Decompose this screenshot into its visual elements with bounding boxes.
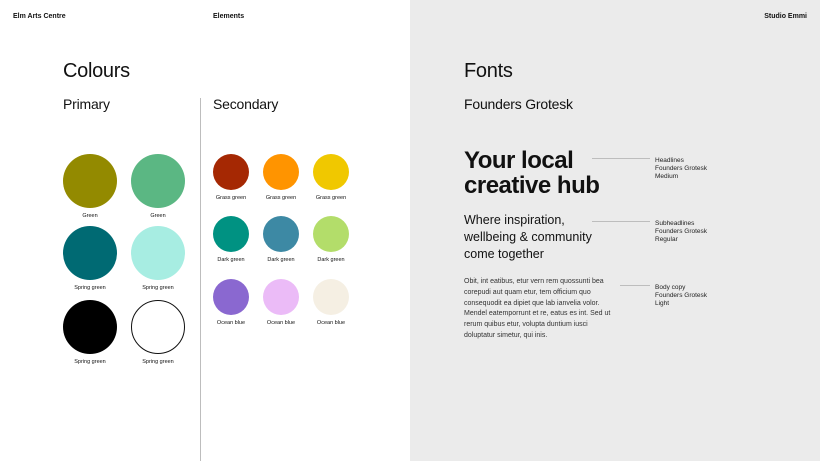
spec-line: Light: [655, 299, 670, 307]
secondary-swatch: Ocean blue: [313, 279, 349, 326]
swatch-label: Spring green: [142, 359, 174, 365]
swatch-label: Spring green: [74, 359, 106, 365]
subheadline-line: come together: [464, 247, 544, 261]
subheadline-sample: Where inspiration, wellbeing & community…: [464, 212, 592, 263]
swatch-label: Spring green: [142, 285, 174, 291]
swatch-circle: [313, 216, 349, 252]
column-divider: [200, 98, 201, 461]
swatch-circle: [213, 279, 249, 315]
primary-swatch: Spring green: [131, 300, 185, 365]
spec-line: Subheadlines: [655, 220, 695, 227]
primary-title: Primary: [63, 96, 110, 112]
header-studio: Studio Emmi: [764, 13, 807, 20]
secondary-swatch: Ocean blue: [213, 279, 249, 326]
header-client: Elm Arts Centre: [13, 13, 66, 20]
swatch-label: Ocean blue: [266, 320, 296, 326]
swatch-circle: [263, 279, 299, 315]
colours-title: Colours: [63, 60, 130, 82]
secondary-swatch: Grass green: [313, 154, 349, 201]
spec-line: Founders Grotesk: [655, 227, 708, 235]
secondary-swatch: Dark green: [213, 216, 249, 263]
subheadline-line: wellbeing & community: [464, 230, 592, 244]
spec-line: Body copy: [655, 284, 686, 291]
subheadline-leader-line: [592, 221, 650, 222]
primary-swatch: Spring green: [63, 300, 117, 365]
headline-sample: Your local creative hub: [464, 147, 600, 199]
swatch-circle: [131, 154, 185, 208]
spec-line: Founders Grotesk: [655, 291, 708, 299]
secondary-swatch: Grass green: [263, 154, 299, 201]
fonts-title: Fonts: [464, 60, 513, 82]
swatch-circle: [263, 216, 299, 252]
swatch-label: Grass green: [215, 195, 247, 201]
primary-swatch: Green: [63, 154, 117, 219]
swatch-circle: [63, 300, 117, 354]
swatch-label: Dark green: [317, 257, 345, 263]
body-leader-line: [620, 285, 650, 286]
swatch-circle: [263, 154, 299, 190]
swatch-label: Grass green: [315, 195, 347, 201]
primary-swatch: Green: [131, 154, 185, 219]
swatch-label: Spring green: [74, 285, 106, 291]
swatch-label: Ocean blue: [216, 320, 246, 326]
swatch-label: Dark green: [267, 257, 295, 263]
swatch-label: Green: [150, 213, 166, 219]
swatch-label: Grass green: [265, 195, 297, 201]
font-family-name: Founders Grotesk: [464, 96, 573, 112]
secondary-swatch: Ocean blue: [263, 279, 299, 326]
swatch-label: Green: [82, 213, 98, 219]
spec-line: Regular: [655, 235, 678, 243]
primary-swatch: Spring green: [131, 226, 185, 291]
swatch-circle: [213, 154, 249, 190]
spec-line: Headlines: [655, 157, 684, 164]
swatch-label: Ocean blue: [316, 320, 346, 326]
swatch-circle: [213, 216, 249, 252]
header-section: Elements: [213, 13, 245, 20]
headline-spec: Headlines Founders Grotesk Medium: [655, 157, 707, 180]
swatch-circle: [313, 279, 349, 315]
swatch-label: Dark green: [217, 257, 245, 263]
secondary-swatch: Grass green: [213, 154, 249, 201]
secondary-title: Secondary: [213, 96, 279, 112]
swatch-circle: [131, 226, 185, 280]
secondary-swatch: Dark green: [263, 216, 299, 263]
spec-line: Founders Grotesk: [655, 164, 708, 172]
subheadline-spec: Subheadlines Founders Grotesk Regular: [655, 220, 707, 243]
subheadline-line: Where inspiration,: [464, 213, 565, 227]
headline-line: Your local: [464, 147, 574, 174]
body-copy-sample: Obit, int eatibus, etur vern rem quossun…: [464, 278, 611, 339]
body-spec: Body copy Founders Grotesk Light: [655, 284, 707, 307]
headline-line: creative hub: [464, 172, 600, 199]
secondary-swatch: Dark green: [313, 216, 349, 263]
headline-leader-line: [592, 158, 650, 159]
swatch-circle: [131, 300, 185, 354]
swatch-circle: [313, 154, 349, 190]
spec-line: Medium: [655, 172, 679, 180]
swatch-circle: [63, 154, 117, 208]
primary-swatch: Spring green: [63, 226, 117, 291]
swatch-circle: [63, 226, 117, 280]
